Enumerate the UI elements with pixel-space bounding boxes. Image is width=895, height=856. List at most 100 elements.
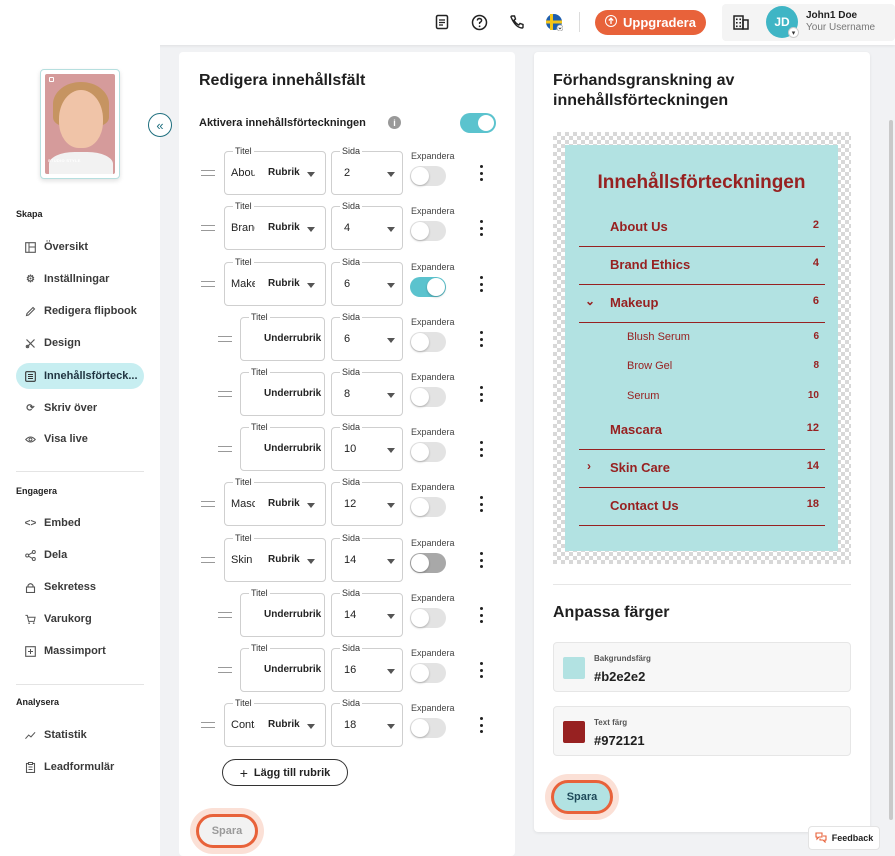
heading-type-select[interactable]: Rubrik <box>268 498 300 509</box>
title-field[interactable]: Titel Mascara Rubrik <box>224 477 326 526</box>
title-field[interactable]: Titel About Us Rubrik <box>224 146 326 195</box>
toc-preview-entry[interactable]: About Us 2 <box>579 217 825 237</box>
title-field[interactable]: Titel Skin Care Rubrik <box>224 533 326 582</box>
expand-toggle[interactable] <box>410 718 446 738</box>
drag-handle-icon[interactable] <box>218 446 232 452</box>
more-options-icon[interactable] <box>478 662 484 678</box>
background-color-swatch[interactable] <box>563 657 585 679</box>
title-field[interactable]: Titel Underrubrik <box>240 367 339 416</box>
text-color-swatch[interactable] <box>563 721 585 743</box>
drag-handle-icon[interactable] <box>201 501 215 507</box>
text-color-value[interactable]: #972121 <box>594 733 645 748</box>
title-field[interactable]: Titel Underrubrik <box>240 312 339 361</box>
toc-preview-entry[interactable]: Contact Us 18 <box>579 496 825 516</box>
title-input[interactable]: Skin Care <box>231 554 255 566</box>
title-field[interactable]: Titel Underrubrik <box>240 422 339 471</box>
heading-type-select[interactable]: Rubrik <box>268 719 300 730</box>
title-input[interactable]: About Us <box>231 167 255 179</box>
more-options-icon[interactable] <box>478 386 484 402</box>
expand-toggle[interactable] <box>410 663 446 683</box>
expand-toggle[interactable] <box>410 387 446 407</box>
heading-type-select[interactable]: Rubrik <box>268 554 300 565</box>
page-select-value[interactable]: 14 <box>344 609 356 621</box>
more-options-icon[interactable] <box>478 331 484 347</box>
heading-type-select[interactable]: Underrubrik <box>264 609 321 620</box>
expand-toggle[interactable] <box>410 608 446 628</box>
page-select-value[interactable]: 6 <box>344 333 350 345</box>
more-options-icon[interactable] <box>478 165 484 181</box>
page-field[interactable]: Sida 14 <box>331 533 403 582</box>
swedish-flag-icon[interactable] <box>544 12 564 32</box>
page-field[interactable]: Sida 6 <box>331 312 403 361</box>
page-select-value[interactable]: 12 <box>344 498 356 510</box>
page-select-value[interactable]: 4 <box>344 222 350 234</box>
heading-type-select[interactable]: Rubrik <box>268 222 300 233</box>
page-field[interactable]: Sida 6 <box>331 257 403 306</box>
title-input[interactable]: Makeup <box>231 278 255 290</box>
drag-handle-icon[interactable] <box>218 612 232 618</box>
help-icon[interactable] <box>469 12 489 32</box>
heading-type-select[interactable]: Underrubrik <box>264 664 321 675</box>
title-input[interactable]: Mascara <box>231 498 255 510</box>
more-options-icon[interactable] <box>478 552 484 568</box>
background-color-value[interactable]: #b2e2e2 <box>594 669 645 684</box>
expand-toggle[interactable] <box>410 332 446 352</box>
page-field[interactable]: Sida 4 <box>331 201 403 250</box>
toc-preview-entry[interactable]: Blush Serum 6 <box>579 329 825 349</box>
page-select-value[interactable]: 2 <box>344 167 350 179</box>
drag-handle-icon[interactable] <box>201 557 215 563</box>
title-field[interactable]: Titel Underrubrik <box>240 588 339 637</box>
page-select-value[interactable]: 14 <box>344 554 356 566</box>
expand-toggle[interactable] <box>410 166 446 186</box>
more-options-icon[interactable] <box>478 441 484 457</box>
page-field[interactable]: Sida 18 <box>331 698 403 747</box>
title-input[interactable]: Contact Us <box>231 719 255 731</box>
building-icon[interactable] <box>731 12 751 32</box>
toc-preview-entry[interactable]: Brow Gel 8 <box>579 358 825 378</box>
collapse-sidebar-button[interactable]: « <box>148 113 172 137</box>
feedback-button[interactable]: Feedback <box>808 826 880 850</box>
expand-toggle[interactable] <box>410 442 446 462</box>
heading-type-select[interactable]: Rubrik <box>268 278 300 289</box>
drag-handle-icon[interactable] <box>201 722 215 728</box>
page-select-value[interactable]: 10 <box>344 443 356 455</box>
toc-preview-entry[interactable]: ⌄ Makeup 6 <box>579 293 825 313</box>
info-icon[interactable]: i <box>388 116 401 129</box>
more-options-icon[interactable] <box>478 276 484 292</box>
editor-save-button[interactable]: Spara <box>196 814 258 848</box>
more-options-icon[interactable] <box>478 220 484 236</box>
text-color-field[interactable]: Text färg #972121 <box>553 706 851 756</box>
phone-icon[interactable] <box>507 12 527 32</box>
preview-save-button[interactable]: Spara <box>551 780 613 814</box>
sidebar-item-lead-form[interactable]: Leadformulär <box>16 754 144 780</box>
page-field[interactable]: Sida 16 <box>331 643 403 692</box>
drag-handle-icon[interactable] <box>201 225 215 231</box>
heading-type-select[interactable]: Underrubrik <box>264 443 321 454</box>
title-field[interactable]: Titel Makeup Rubrik <box>224 257 326 306</box>
title-input[interactable]: Brand Ethics <box>231 222 255 234</box>
page-select-value[interactable]: 8 <box>344 388 350 400</box>
title-field[interactable]: Titel Underrubrik <box>240 643 339 692</box>
expand-toggle[interactable] <box>410 553 446 573</box>
drag-handle-icon[interactable] <box>218 391 232 397</box>
title-field[interactable]: Titel Contact Us Rubrik <box>224 698 326 747</box>
toc-preview-entry[interactable]: Mascara 12 <box>579 420 825 440</box>
expand-toggle[interactable] <box>410 277 446 297</box>
heading-type-select[interactable]: Rubrik <box>268 167 300 178</box>
more-options-icon[interactable] <box>478 496 484 512</box>
drag-handle-icon[interactable] <box>201 281 215 287</box>
activate-toc-toggle[interactable] <box>460 113 496 133</box>
add-heading-button[interactable]: + Lägg till rubrik <box>222 759 348 786</box>
toc-preview-entry[interactable]: Serum 10 <box>579 388 825 408</box>
title-field[interactable]: Titel Brand Ethics Rubrik <box>224 201 326 250</box>
toc-preview-entry[interactable]: Brand Ethics 4 <box>579 255 825 275</box>
page-field[interactable]: Sida 12 <box>331 477 403 526</box>
expand-toggle[interactable] <box>410 497 446 517</box>
page-field[interactable]: Sida 14 <box>331 588 403 637</box>
background-color-field[interactable]: Bakgrundsfärg #b2e2e2 <box>553 642 851 692</box>
page-field[interactable]: Sida 10 <box>331 422 403 471</box>
drag-handle-icon[interactable] <box>218 336 232 342</box>
upgrade-button[interactable]: Uppgradera <box>595 10 706 35</box>
scrollbar[interactable] <box>889 120 893 820</box>
page-select-value[interactable]: 18 <box>344 719 356 731</box>
